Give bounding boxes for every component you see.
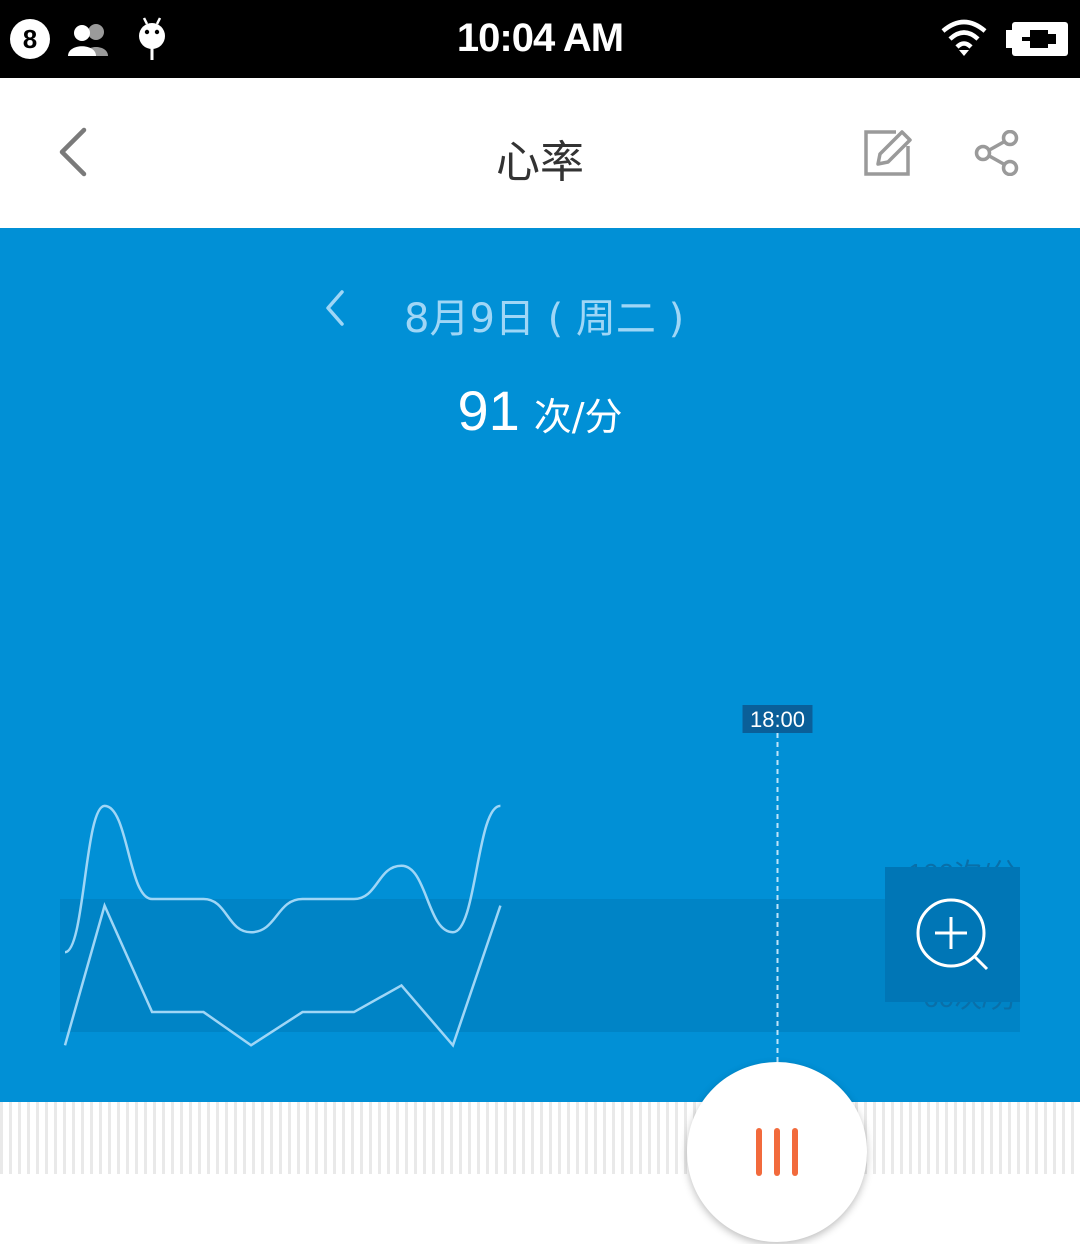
rate-unit: 次/分 — [533, 395, 623, 439]
previous-day-icon[interactable] — [318, 286, 354, 334]
app-header: 心率 — [0, 78, 1080, 228]
wifi-icon — [940, 18, 988, 62]
heart-rate-chart[interactable]: 100次/分 60次/分 0:006:0012:0018:000:00 18:0… — [0, 456, 1080, 1102]
menu-fab-button[interactable] — [687, 1062, 867, 1242]
status-time: 10:04 AM — [456, 16, 624, 60]
battery-charging-icon — [1004, 20, 1070, 62]
share-icon[interactable] — [974, 129, 1020, 180]
date-label: 8月9日 ( 周二 ) — [404, 296, 685, 342]
edit-icon[interactable] — [862, 128, 912, 182]
date-navigator: 8月9日 ( 周二 ) — [0, 284, 1080, 342]
zoom-button[interactable] — [885, 867, 1020, 1002]
bottom-ruler-strip — [0, 1102, 1080, 1174]
page-title: 心率 — [496, 137, 584, 188]
bottom-area — [0, 1174, 1080, 1244]
time-cursor-label: 18:00 — [750, 707, 805, 732]
zoom-in-icon — [915, 897, 991, 977]
status-bar: 8 10:04 AM — [0, 0, 1080, 78]
rate-value: 91 — [457, 379, 520, 442]
current-rate: 91 次/分 — [0, 378, 1080, 443]
